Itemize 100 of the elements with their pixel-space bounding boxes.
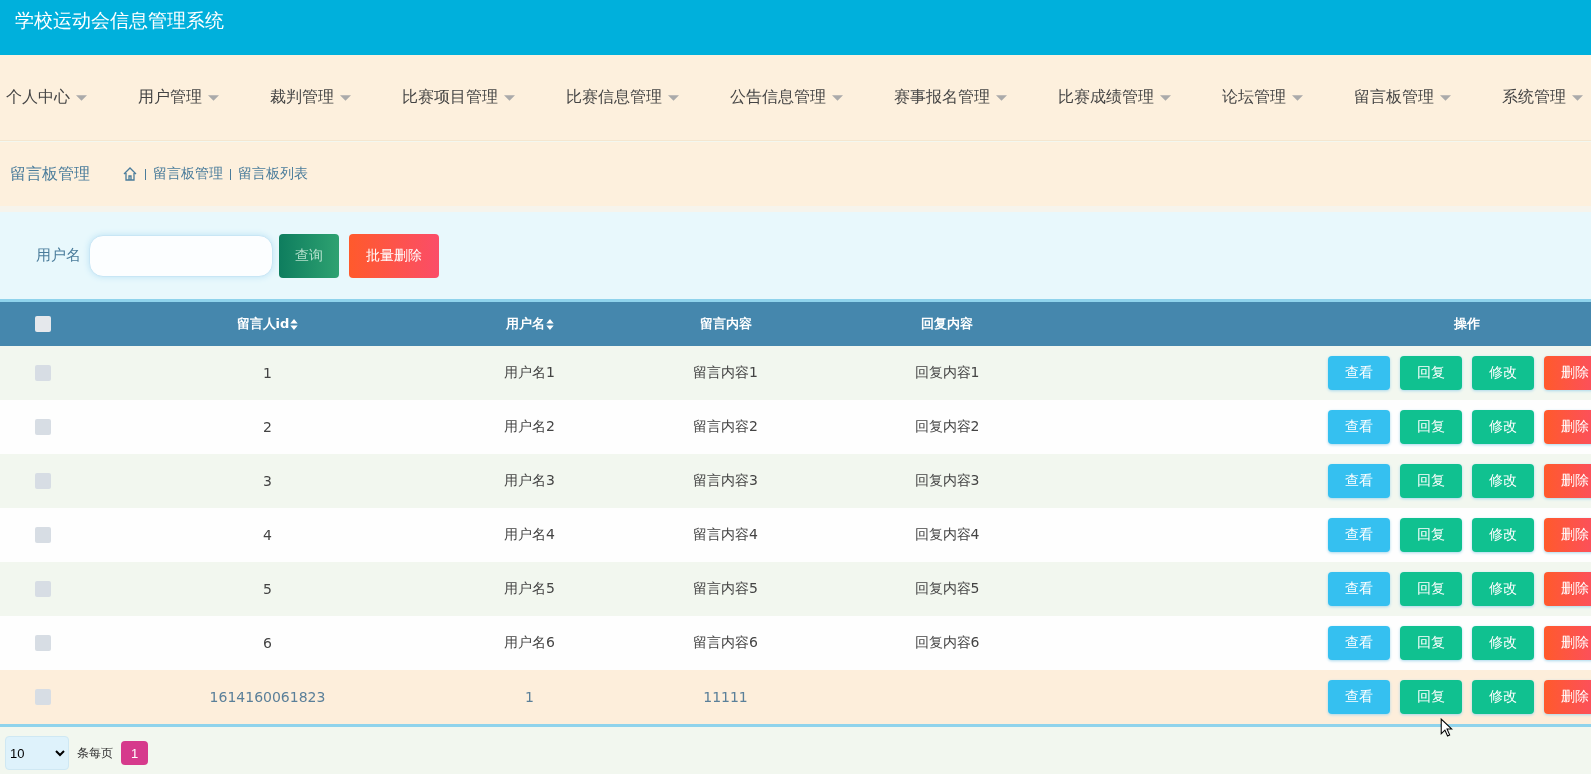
cursor-icon <box>1440 718 1453 737</box>
table-cell: 回复内容6 <box>914 634 980 652</box>
table-cell: 3 <box>263 473 272 489</box>
table-cell: 回复内容1 <box>914 364 980 382</box>
table-cell: 用户名2 <box>504 418 555 436</box>
sort-icon <box>290 318 299 330</box>
breadcrumb-link[interactable]: 留言板管理 <box>153 165 223 183</box>
sort-icon <box>545 318 554 330</box>
home-icon <box>122 166 138 182</box>
nav-menu[interactable]: 比赛信息管理 <box>566 87 679 108</box>
table-cell: 1 <box>525 689 534 705</box>
nav-menu[interactable]: 留言板管理 <box>1354 87 1451 108</box>
delete-button[interactable]: 删除 <box>1543 410 1591 444</box>
table-cell: 用户名5 <box>504 580 555 598</box>
table-cell: 回复内容5 <box>914 580 980 598</box>
column-header[interactable]: 用户名 <box>505 315 554 333</box>
table-cell: 留言内容4 <box>693 526 758 544</box>
reply-button[interactable]: 回复 <box>1399 680 1462 714</box>
edit-button[interactable]: 修改 <box>1471 680 1534 714</box>
edit-button[interactable]: 修改 <box>1471 572 1534 606</box>
reply-button[interactable]: 回复 <box>1399 518 1462 552</box>
table-cell: 1614160061823 <box>209 689 326 705</box>
column-header: 回复内容 <box>921 315 973 333</box>
table-cell: 2 <box>263 419 272 435</box>
view-button[interactable]: 查看 <box>1327 464 1390 498</box>
table-cell: 4 <box>263 527 272 543</box>
nav-menu[interactable]: 个人中心 <box>6 87 87 108</box>
table-cell: 11111 <box>703 689 748 705</box>
view-button[interactable]: 查看 <box>1327 572 1390 606</box>
caret-icon <box>504 94 515 101</box>
reply-button[interactable]: 回复 <box>1399 572 1462 606</box>
reply-button[interactable]: 回复 <box>1399 356 1462 390</box>
table-cell: 留言内容2 <box>693 418 758 436</box>
page-title: 留言板管理 <box>10 163 90 185</box>
caret-icon <box>996 94 1007 101</box>
checkbox[interactable] <box>35 581 51 597</box>
edit-button[interactable]: 修改 <box>1471 356 1534 390</box>
nav-menu[interactable]: 赛事报名管理 <box>894 87 1007 108</box>
table-cell: 用户名1 <box>504 364 555 382</box>
column-header: 留言内容 <box>699 315 752 333</box>
delete-button[interactable]: 删除 <box>1543 680 1591 714</box>
table-cell: 用户名4 <box>504 526 555 544</box>
nav-menu[interactable]: 裁判管理 <box>270 87 351 108</box>
reply-button[interactable]: 回复 <box>1399 626 1462 660</box>
nav-menu[interactable]: 比赛成绩管理 <box>1058 87 1171 108</box>
delete-button[interactable]: 删除 <box>1543 518 1591 552</box>
view-button[interactable]: 查看 <box>1327 626 1390 660</box>
table-cell: 留言内容6 <box>693 634 758 652</box>
table-cell: 留言内容1 <box>693 364 758 382</box>
reply-button[interactable]: 回复 <box>1399 464 1462 498</box>
breadcrumb-link[interactable]: 留言板列表 <box>238 165 308 183</box>
checkbox[interactable] <box>35 316 51 332</box>
table-cell: 5 <box>263 581 272 597</box>
edit-button[interactable]: 修改 <box>1471 410 1534 444</box>
nav-menu[interactable]: 系统管理 <box>1502 87 1583 108</box>
view-button[interactable]: 查看 <box>1327 410 1390 444</box>
view-button[interactable]: 查看 <box>1327 356 1390 390</box>
caret-icon <box>1292 94 1303 101</box>
nav-menu[interactable]: 公告信息管理 <box>730 87 843 108</box>
checkbox[interactable] <box>35 419 51 435</box>
app-title: 学校运动会信息管理系统 <box>15 7 224 33</box>
column-header[interactable]: 留言人id <box>236 315 299 333</box>
caret-icon <box>76 94 87 101</box>
view-button[interactable]: 查看 <box>1327 680 1390 714</box>
search-button[interactable]: 查询 <box>279 233 339 278</box>
caret-icon <box>668 94 679 101</box>
page-button[interactable]: 1 <box>121 741 148 765</box>
page-size-select[interactable]: 10 <box>5 736 69 770</box>
view-button[interactable]: 查看 <box>1327 518 1390 552</box>
checkbox[interactable] <box>35 635 51 651</box>
caret-icon <box>1440 94 1451 101</box>
nav-menu[interactable]: 论坛管理 <box>1222 87 1303 108</box>
table-cell: 1 <box>263 365 272 381</box>
nav-menu[interactable]: 比赛项目管理 <box>402 87 515 108</box>
table-cell: 回复内容3 <box>914 472 980 490</box>
checkbox[interactable] <box>35 473 51 489</box>
table-cell: 回复内容2 <box>914 418 980 436</box>
reply-button[interactable]: 回复 <box>1399 410 1462 444</box>
column-header: 操作 <box>1453 315 1480 333</box>
edit-button[interactable]: 修改 <box>1471 626 1534 660</box>
table-cell: 留言内容5 <box>693 580 758 598</box>
per-page-label: 条每页 <box>77 744 113 762</box>
batch-delete-button[interactable]: 批量删除 <box>349 233 439 278</box>
caret-icon <box>1160 94 1171 101</box>
delete-button[interactable]: 删除 <box>1543 356 1591 390</box>
checkbox[interactable] <box>35 689 51 705</box>
checkbox[interactable] <box>35 365 51 381</box>
delete-button[interactable]: 删除 <box>1543 464 1591 498</box>
search-field[interactable] <box>89 234 273 277</box>
table-cell: 回复内容4 <box>914 526 980 544</box>
table-cell: 用户名3 <box>504 472 555 490</box>
edit-button[interactable]: 修改 <box>1471 518 1534 552</box>
table-cell: 用户名6 <box>504 634 555 652</box>
delete-button[interactable]: 删除 <box>1543 572 1591 606</box>
nav-menu[interactable]: 用户管理 <box>138 87 219 108</box>
delete-button[interactable]: 删除 <box>1543 626 1591 660</box>
edit-button[interactable]: 修改 <box>1471 464 1534 498</box>
caret-icon <box>1572 94 1583 101</box>
checkbox[interactable] <box>35 527 51 543</box>
table-cell: 留言内容3 <box>693 472 758 490</box>
